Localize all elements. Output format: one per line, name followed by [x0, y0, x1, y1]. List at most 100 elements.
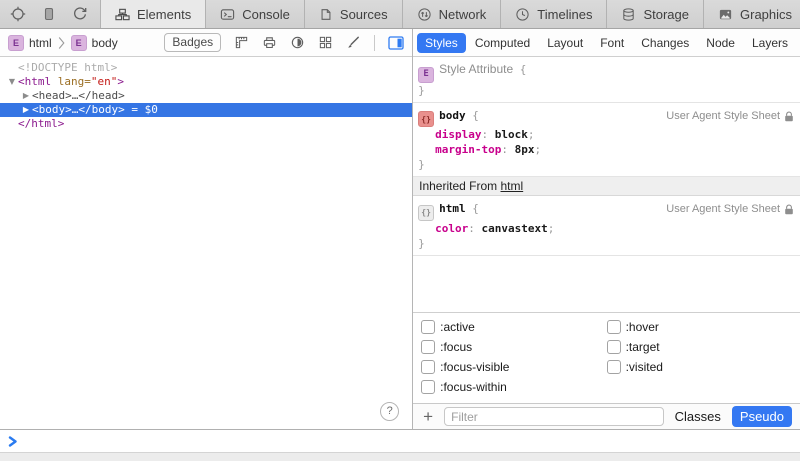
classes-toggle-button[interactable]: Classes [673, 409, 723, 424]
lock-icon [784, 204, 794, 215]
new-rule-button[interactable]: + [421, 410, 435, 424]
inherited-element-link[interactable]: html [501, 179, 524, 193]
badges-button[interactable]: Badges [164, 33, 221, 52]
reload-button[interactable] [72, 6, 88, 22]
sidebar-tab-computed[interactable]: Computed [467, 33, 538, 53]
tab-label: Timelines [537, 7, 592, 22]
css-property-row[interactable]: margin-top: 8px; [418, 142, 796, 157]
pseudo-class-toggle-target[interactable]: :target [607, 340, 792, 354]
sidebar-tab-layout[interactable]: Layout [539, 33, 591, 53]
crosshair-icon [10, 6, 26, 22]
dom-panel-header: EhtmlEbody Badges [0, 29, 412, 57]
disclosure-closed-icon[interactable]: ▶ [20, 103, 32, 117]
tab-sources[interactable]: Sources [305, 0, 403, 28]
code-token: "en" [91, 75, 118, 88]
element-picker-button[interactable] [10, 6, 26, 22]
reload-icon [72, 6, 88, 22]
code-token: <html [18, 75, 58, 88]
network-icon [417, 7, 432, 22]
style-rule-section: EStyle Attribute {} [413, 57, 800, 103]
rule-selector-line[interactable]: EStyle Attribute { [418, 62, 796, 83]
sidebar-tab-layers[interactable]: Layers [744, 33, 796, 53]
tab-storage[interactable]: Storage [607, 0, 704, 28]
device-icon [41, 6, 57, 22]
tab-timelines[interactable]: Timelines [501, 0, 607, 28]
pseudo-class-toggle-focus[interactable]: :focus [421, 340, 606, 354]
breadcrumb-item-body[interactable]: Ebody [71, 35, 118, 51]
css-property-row[interactable]: color: canvastext; [418, 221, 796, 236]
sidebar-tab-styles[interactable]: Styles [417, 33, 466, 53]
dom-tree-row[interactable]: ▼<html lang="en"> [0, 75, 412, 89]
sidebar-tab-node[interactable]: Node [698, 33, 743, 53]
breadcrumb-label: body [92, 36, 118, 50]
disclosure-open-icon[interactable]: ▼ [6, 75, 18, 89]
grid-icon [318, 35, 333, 50]
window-bottom-edge [0, 452, 800, 461]
open-brace: { [466, 202, 479, 215]
pseudo-class-toggle-active[interactable]: :active [421, 320, 606, 334]
sidebar-tab-changes[interactable]: Changes [633, 33, 697, 53]
pseudo-class-toggle-focus-within[interactable]: :focus-within [421, 380, 606, 394]
quick-console-input[interactable] [0, 430, 800, 452]
pseudo-class-label: :target [626, 340, 660, 354]
close-brace: } [418, 236, 796, 251]
tab-console[interactable]: Console [206, 0, 305, 28]
help-button[interactable]: ? [380, 402, 399, 421]
code-token: = $0 [125, 103, 158, 116]
grid-overlay-button[interactable] [318, 35, 333, 50]
open-brace: { [466, 109, 479, 122]
pseudo-class-toggle-hover[interactable]: :hover [607, 320, 792, 334]
checkbox-unchecked[interactable] [607, 340, 621, 354]
checkbox-unchecked[interactable] [421, 320, 435, 334]
print-styles-button[interactable] [262, 35, 277, 50]
checkbox-unchecked[interactable] [421, 340, 435, 354]
colon: : [481, 128, 494, 141]
property-name: margin-top [435, 143, 501, 156]
dom-tree-row[interactable]: <!DOCTYPE html> [0, 61, 412, 75]
tab-label: Elements [137, 7, 191, 22]
tab-elements[interactable]: Elements [101, 0, 206, 28]
tab-label: Network [439, 7, 487, 22]
css-property-row[interactable]: display: block; [418, 127, 796, 142]
pseudo-class-label: :focus [440, 340, 472, 354]
force-appearance-button[interactable] [290, 35, 305, 50]
chevron-right-icon [58, 36, 65, 50]
database-icon [621, 7, 636, 22]
pseudo-toggle-button[interactable]: Pseudo [732, 406, 792, 427]
dom-tree-row[interactable]: ▶<body>…</body> = $0 [0, 103, 412, 117]
toggle-details-sidebar-button[interactable] [388, 36, 404, 50]
checkbox-unchecked[interactable] [421, 380, 435, 394]
inherited-from-label: Inherited From [419, 179, 500, 193]
breadcrumb: EhtmlEbody [8, 35, 118, 51]
disclosure-closed-icon[interactable]: ▶ [20, 89, 32, 103]
code-token: lang= [58, 75, 91, 88]
rulers-button[interactable] [234, 35, 249, 50]
code-token: </html> [18, 117, 64, 130]
tab-graphics[interactable]: Graphics [704, 0, 800, 28]
breadcrumb-item-html[interactable]: Ehtml [8, 35, 52, 51]
dom-tree-row[interactable]: </html> [0, 117, 412, 131]
main-toolbar: Elements ConsoleSources Network Timelines St… [0, 0, 800, 29]
tab-network[interactable]: Network [403, 0, 502, 28]
close-brace: } [418, 83, 796, 98]
inherited-from-header: Inherited From html [413, 177, 800, 196]
dom-tree-row[interactable]: ▶<head>…</head> [0, 89, 412, 103]
checkbox-unchecked[interactable] [607, 360, 621, 374]
property-value: block [495, 128, 528, 141]
pseudo-column: :hover :target :visited [607, 320, 792, 394]
rule-selector: Style Attribute [439, 62, 513, 76]
pseudo-class-toggle-visited[interactable]: :visited [607, 360, 792, 374]
checkbox-unchecked[interactable] [607, 320, 621, 334]
style-filter-input[interactable] [444, 407, 664, 426]
pseudo-class-toggle-focus-visible[interactable]: :focus-visible [421, 360, 606, 374]
code-token: <!DOCTYPE html> [18, 61, 117, 74]
sidebar-tab-font[interactable]: Font [592, 33, 632, 53]
device-settings-button[interactable] [41, 6, 57, 22]
checkbox-unchecked[interactable] [421, 360, 435, 374]
style-rule-section: {}html {User Agent Style Sheetcolor: can… [413, 196, 800, 256]
pseudo-class-label: :hover [626, 320, 659, 334]
edit-styles-button[interactable] [346, 35, 361, 50]
dom-toolbar: Badges [164, 33, 404, 52]
element-badge: E [8, 35, 24, 51]
element-badge: E [71, 35, 87, 51]
